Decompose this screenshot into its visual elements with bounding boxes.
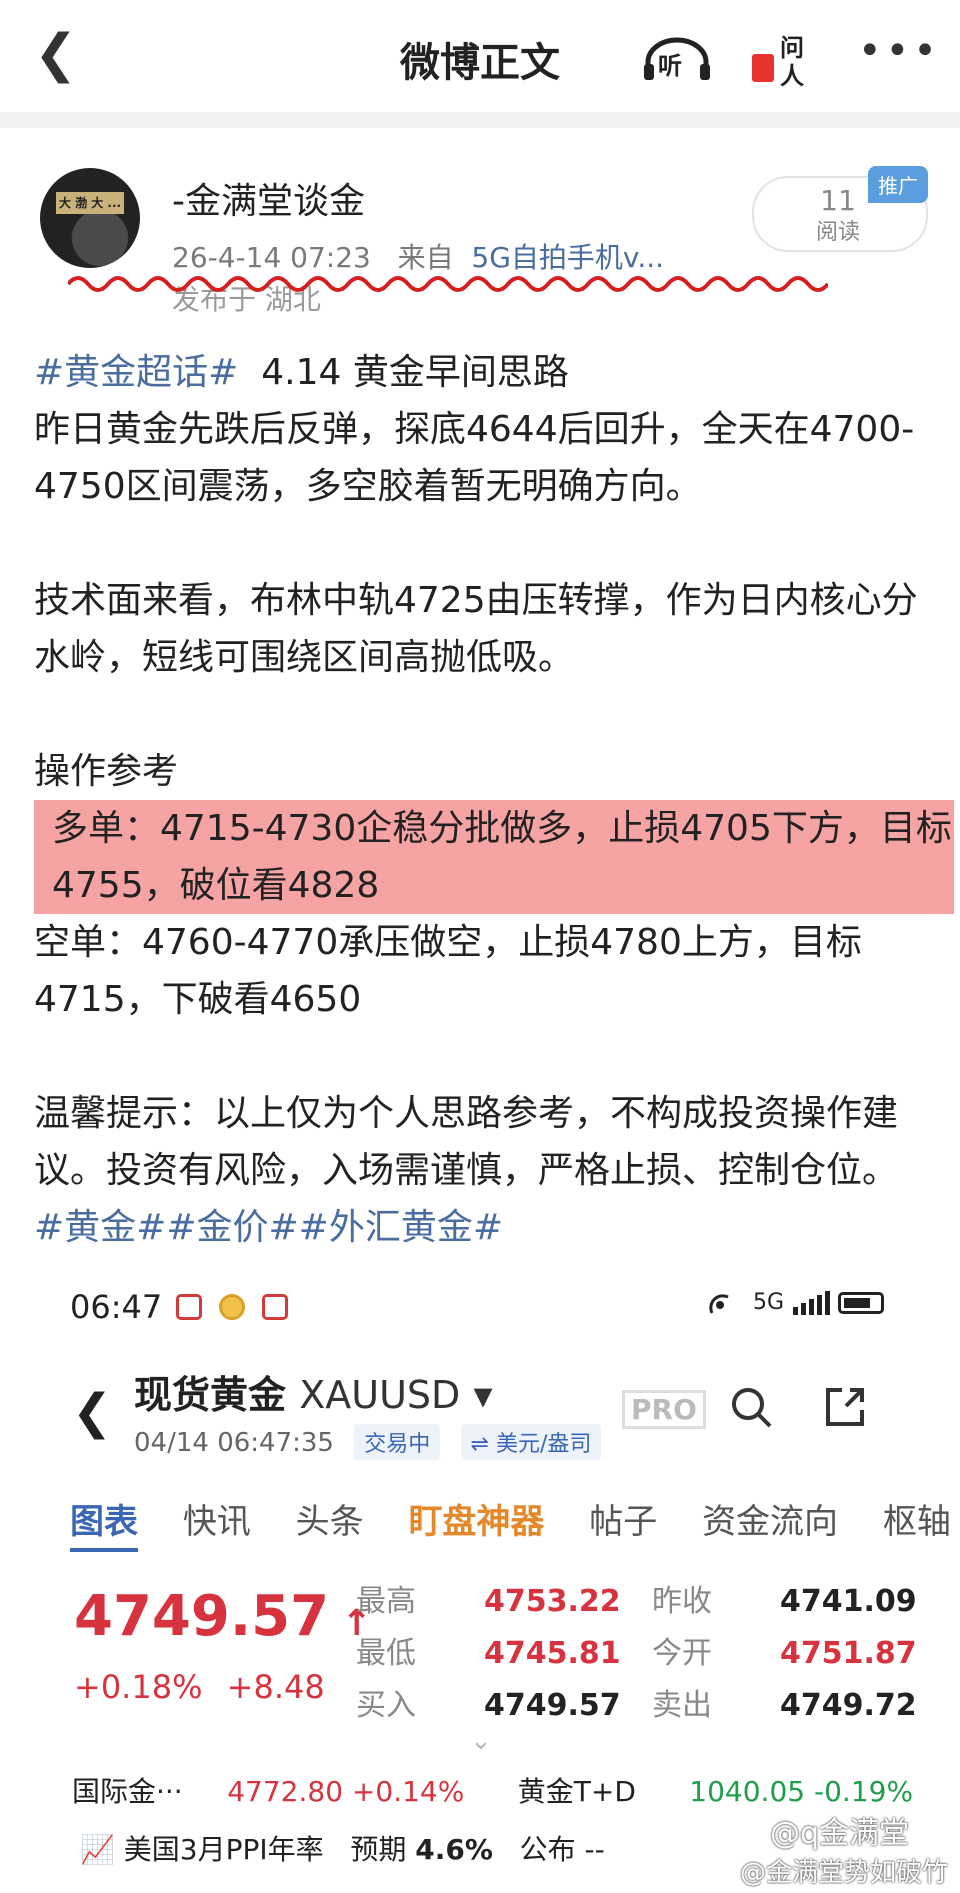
more-icon[interactable]: •••	[858, 28, 941, 74]
instrument-code: XAUUSD	[299, 1373, 461, 1417]
read-label: 阅读	[815, 220, 860, 245]
chevron-left-icon[interactable]: ❮	[72, 1384, 112, 1440]
table-row: 最高 4753.22 昨收 4741.09	[356, 1576, 948, 1628]
weibo-icon	[219, 1294, 246, 1320]
td-value: 1040.05	[689, 1775, 806, 1808]
post-paragraph-1: #黄金超话# 4.14 黄金早间思路 昨日黄金先跌后反弹，探底4644后回升，全…	[34, 344, 934, 515]
publish-value: --	[584, 1833, 605, 1866]
dropdown-caret-icon[interactable]: ▾	[474, 1373, 493, 1417]
watermark: @q金满堂	[770, 1816, 910, 1851]
change-percent: +0.18%	[74, 1668, 203, 1706]
avatar-sign-image: 大 渤 大 ...	[56, 192, 124, 214]
listen-button[interactable]: 听	[640, 36, 714, 84]
post-paragraph-2: 技术面来看，布林中轨4725由压转撑，作为日内核心分水岭，短线可围绕区间高抛低吸…	[34, 580, 918, 678]
table-row: 买入 4749.57 卖出 4749.72	[356, 1680, 948, 1732]
battery-icon	[838, 1292, 885, 1314]
change-absolute: +8.48	[226, 1668, 325, 1706]
quote-label: 昨收	[652, 1584, 712, 1619]
quote-label: 卖出	[652, 1688, 712, 1723]
red-envelope-icon	[752, 54, 774, 82]
quote-value: 4753.22	[484, 1584, 621, 1619]
quote-label: 今开	[652, 1636, 712, 1671]
post-text: 昨日黄金先跌后反弹，探底4644后回升，全天在4700-4750区间震荡，多空胶…	[34, 409, 915, 507]
promo-badge[interactable]: 推广	[868, 166, 928, 203]
chart-icon: 📈	[80, 1833, 115, 1866]
intl-gold-label: 国际金···	[72, 1775, 183, 1808]
tab-watch-tool[interactable]: 盯盘神器	[408, 1502, 544, 1542]
ask-button[interactable]: 问 人	[752, 28, 816, 90]
long-position-highlight: 多单：4715-4730企稳分批做多，止损4705下方，目标4755，破位看48…	[34, 800, 954, 914]
publish-label: 公布	[519, 1833, 576, 1866]
tab-posts[interactable]: 帖子	[589, 1502, 657, 1542]
expected-value: 4.6%	[415, 1833, 493, 1866]
signal-icon	[793, 1291, 831, 1315]
expected-label: 预期	[350, 1833, 407, 1866]
hashtag-links[interactable]: #黄金##金价##外汇黄金#	[34, 1199, 934, 1256]
related-quotes-row[interactable]: 国际金··· 4772.80 +0.14% 黄金T+D 1040.05 -0.1…	[72, 1770, 913, 1810]
post-body: #黄金超话# 4.14 黄金早间思路 昨日黄金先跌后反弹，探底4644后回升，全…	[34, 344, 954, 1256]
current-price: 4749.57 ↑	[74, 1584, 372, 1649]
quote-label: 最高	[356, 1584, 416, 1619]
quote-value: 4751.87	[780, 1636, 917, 1671]
post-paragraph-3-title: 操作参考	[34, 751, 179, 792]
instrument-title[interactable]: 现货黄金 XAUUSD ▾	[134, 1364, 493, 1419]
economic-calendar-row[interactable]: 📈 美国3月PPI年率 预期 4.6% 公布 --	[80, 1828, 605, 1868]
author-name[interactable]: -金满堂谈金	[172, 172, 365, 224]
tab-pivot[interactable]: 枢轴	[883, 1502, 951, 1542]
ask-label-bottom: 人	[780, 62, 804, 90]
avatar[interactable]: 大 渤 大 ...	[40, 168, 140, 268]
status-time: 06:47	[70, 1288, 163, 1326]
red-wavy-underline	[68, 276, 828, 292]
quote-table: 最高 4753.22 昨收 4741.09 最低 4745.81 今开 4751…	[356, 1576, 948, 1732]
tab-news-flash[interactable]: 快讯	[183, 1502, 251, 1542]
status-bar-right: 5G	[706, 1290, 885, 1315]
instrument-date: 04/14 06:47:35	[134, 1428, 334, 1458]
tab-chart[interactable]: 图表	[70, 1502, 138, 1552]
table-row: 最低 4745.81 今开 4751.87	[356, 1628, 948, 1680]
instrument-date-row: 04/14 06:47:35 交易中 ⇌ 美元/盎司	[134, 1424, 602, 1460]
tab-headlines[interactable]: 头条	[296, 1502, 364, 1542]
notification-icon	[262, 1294, 289, 1320]
td-label: 黄金T+D	[517, 1775, 636, 1808]
post-paragraph-4: 温馨提示：以上仅为个人思路参考，不构成投资操作建议。投资有风险，入场需谨慎，严格…	[34, 1093, 899, 1191]
instrument-name: 现货黄金	[134, 1373, 287, 1417]
quote-value: 4749.72	[780, 1688, 917, 1723]
hotspot-icon	[709, 1294, 729, 1314]
quote-value: 4745.81	[484, 1636, 621, 1671]
network-label: 5G	[753, 1290, 785, 1315]
tab-fund-flow[interactable]: 资金流向	[702, 1502, 838, 1542]
unit-chip[interactable]: ⇌ 美元/盎司	[460, 1424, 602, 1460]
status-app-icons	[176, 1294, 300, 1320]
quote-label: 买入	[356, 1688, 416, 1723]
price-value: 4749.57	[74, 1584, 330, 1649]
quote-value: 4741.09	[780, 1584, 917, 1619]
divider	[0, 112, 960, 128]
expand-chevron-icon[interactable]: ⌄	[470, 1726, 492, 1756]
intl-gold-value: 4772.80	[227, 1775, 344, 1808]
search-icon[interactable]	[728, 1384, 774, 1430]
hashtag-link[interactable]: #黄金超话#	[34, 352, 238, 393]
page-title: 微博正文	[400, 40, 560, 86]
notification-icon	[176, 1294, 202, 1320]
watermark: @金满堂势如破竹	[740, 1858, 949, 1888]
post-heading: 4.14 黄金早间思路	[261, 352, 569, 393]
share-icon[interactable]	[822, 1384, 868, 1430]
short-position-text: 空单：4760-4770承压做空，止损4780上方，目标4715，下破看4650	[34, 922, 862, 1020]
listen-label: 听	[658, 52, 682, 80]
td-change: -0.19%	[814, 1775, 914, 1808]
tab-bar: 图表 快讯 头条 盯盘神器 帖子 资金流向 枢轴	[70, 1494, 960, 1552]
pro-badge[interactable]: PRO	[622, 1390, 706, 1429]
quote-value: 4749.57	[484, 1688, 621, 1723]
price-change: +0.18% +8.48	[74, 1668, 325, 1706]
quote-label: 最低	[356, 1636, 416, 1671]
ppi-label: 美国3月PPI年率	[123, 1833, 324, 1866]
trading-status-chip: 交易中	[354, 1424, 441, 1460]
intl-gold-change: +0.14%	[351, 1775, 465, 1808]
